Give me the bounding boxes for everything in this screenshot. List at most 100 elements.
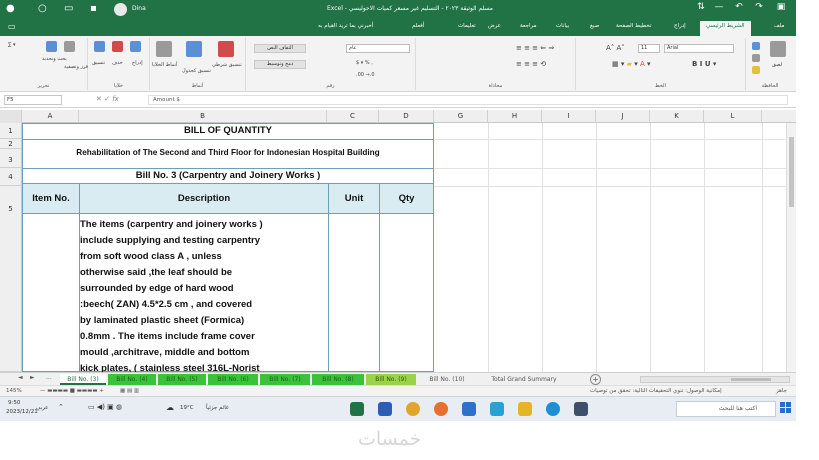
item-description[interactable]: The items (carpentry and joinery works )… <box>80 217 328 372</box>
sheet-tab-bill-8[interactable]: Bill No. (8) <box>312 374 364 385</box>
cell-styles-label[interactable]: أنماط الخلايا <box>152 62 177 68</box>
tab-page-layout[interactable]: تخطيط الصفحة <box>616 23 651 29</box>
formula-input[interactable]: Amount $ <box>148 95 788 105</box>
find-select-label[interactable]: بحث وتحديد <box>42 56 67 62</box>
column-header-c[interactable]: C <box>327 110 379 123</box>
redo-icon[interactable]: ↷ <box>752 2 766 12</box>
tab-insert[interactable]: إدراج <box>674 23 686 29</box>
chrome-taskbar-icon[interactable] <box>406 402 420 416</box>
clock-time[interactable]: 9:50 <box>8 400 20 406</box>
sheet-tab-bill-6[interactable]: Bill No. (6) <box>208 374 258 385</box>
view-buttons[interactable]: ▦ ▤ ▥ <box>120 388 139 394</box>
insert-label[interactable]: إدراج <box>132 60 143 66</box>
boq-table[interactable]: BILL OF QUANTITY Rehabilitation of The S… <box>22 123 434 372</box>
row-header-2[interactable]: 2 <box>0 139 22 149</box>
tab-view[interactable]: عرض <box>488 23 501 29</box>
weather-icon[interactable]: ☁ <box>166 403 174 412</box>
column-header-d[interactable]: D <box>379 110 434 123</box>
tab-review[interactable]: مراجعة <box>520 23 537 29</box>
indent-arrows[interactable]: ≡ ≡ ≡ ⇐ ⇒ <box>516 44 554 52</box>
conditional-format-icon[interactable] <box>218 41 234 57</box>
tab-acrobat[interactable]: أفعلم <box>412 23 424 29</box>
windows-start-icon[interactable] <box>780 402 792 414</box>
delete-cells-icon[interactable] <box>112 41 123 52</box>
mail-taskbar-icon[interactable] <box>462 402 476 416</box>
paste-icon[interactable] <box>770 41 786 57</box>
spreadsheet-grid[interactable]: A B C D G H I J K L 1 2 3 4 5 BILL OF QU… <box>0 110 796 372</box>
column-header-h[interactable]: H <box>488 110 542 123</box>
sheet-tab-bill-9[interactable]: Bill No. (9) <box>366 374 416 385</box>
undo-icon[interactable]: ↶ <box>732 2 746 12</box>
horizontal-scroll-thumb[interactable] <box>731 378 771 381</box>
tab-data[interactable]: بيانات <box>556 23 569 29</box>
tab-formulas[interactable]: صيغ <box>590 23 599 29</box>
add-sheet-button[interactable]: + <box>590 374 601 385</box>
grow-shrink-font[interactable]: A˄ A˅ <box>606 44 625 52</box>
font-size-dropdown[interactable]: 11 <box>638 44 660 53</box>
telegram-taskbar-icon[interactable] <box>490 402 504 416</box>
weather-text[interactable]: غائم جزئياً <box>206 405 229 411</box>
user-account[interactable]: Dina <box>114 3 156 16</box>
row-header-1[interactable]: 1 <box>0 123 22 139</box>
qat-save-icon[interactable]: ▣ <box>774 2 788 12</box>
format-table-label[interactable]: تنسيق كجدول <box>182 68 211 74</box>
minimize-button[interactable]: — <box>712 2 726 12</box>
language-indicator[interactable]: عربي <box>36 405 48 411</box>
paste-label[interactable]: لصق <box>772 62 782 68</box>
column-header-j[interactable]: J <box>596 110 650 123</box>
accessibility-status[interactable]: إمكانية الوصول: تنوي التحقيقات التالية: … <box>590 388 722 394</box>
align-buttons[interactable]: ≡ ≡ ≡ ⟲ <box>516 60 546 68</box>
column-header-k[interactable]: K <box>650 110 704 123</box>
vertical-scroll-thumb[interactable] <box>789 137 794 207</box>
border-fill-color[interactable]: ▦ ▾ ▰ ▾ A ▾ <box>612 60 650 68</box>
horizontal-scrollbar[interactable] <box>640 376 790 383</box>
sort-icon[interactable]: ⇅ <box>694 2 708 12</box>
formula-icons[interactable]: ✕ ✓ fx <box>96 95 119 103</box>
column-header-g[interactable]: G <box>434 110 488 123</box>
row-header-4[interactable]: 4 <box>0 168 22 186</box>
system-tray[interactable]: ▭ ◀) ▣ ◍ <box>88 403 122 411</box>
format-as-table-icon[interactable] <box>186 41 202 57</box>
autosum-label[interactable]: ∑ ▾ <box>8 42 15 48</box>
firefox-taskbar-icon[interactable] <box>434 402 448 416</box>
row-header-3[interactable]: 3 <box>0 149 22 168</box>
comment-icon[interactable]: ▭ <box>8 22 16 31</box>
taskbar-search[interactable]: اكتب هنا للبحث <box>676 401 776 417</box>
merge-center-button[interactable]: دمج وتوسيط <box>254 60 306 69</box>
number-format-buttons[interactable]: $ ▾ % , <box>356 60 373 66</box>
wrap-text-button[interactable]: التفاف النص <box>254 44 306 53</box>
row-header-5[interactable]: 5 <box>0 186 22 372</box>
sheet-tab-bill-7[interactable]: Bill No. (7) <box>260 374 310 385</box>
excel-taskbar-icon[interactable] <box>350 402 364 416</box>
zoom-slider[interactable]: — ▬▬▬▬ ■ ▬▬▬▬ + <box>40 388 104 394</box>
tray-icons[interactable]: ⌃ <box>58 403 64 411</box>
column-header-b[interactable]: B <box>79 110 327 123</box>
number-format-dropdown[interactable]: عام <box>346 44 410 53</box>
decimal-buttons[interactable]: .00 →.0 <box>356 72 375 78</box>
cell-styles-icon[interactable] <box>156 41 172 57</box>
zoom-level[interactable]: 145% <box>6 388 22 394</box>
font-name-dropdown[interactable]: Arial <box>664 44 734 53</box>
sheet-tab-bill-5[interactable]: Bill No. (5) <box>158 374 206 385</box>
select-all-corner[interactable] <box>0 110 22 123</box>
format-cells-icon[interactable] <box>94 41 105 52</box>
find-icon[interactable] <box>46 41 57 52</box>
column-header-l[interactable]: L <box>704 110 762 123</box>
insert-cells-icon[interactable] <box>130 41 141 52</box>
sheet-tab-bill-10[interactable]: Bill No. (10) <box>420 374 474 385</box>
edge-taskbar-icon[interactable] <box>546 402 560 416</box>
format-painter-icon[interactable] <box>752 66 760 74</box>
tell-me-search[interactable]: أخبرني بما تريد القيام به <box>318 23 373 29</box>
sheet-more[interactable]: ... <box>46 374 52 381</box>
task-view-taskbar-icon[interactable] <box>574 402 588 416</box>
save-icon[interactable]: ▪ <box>90 3 97 14</box>
conditional-label[interactable]: تنسيق شرطي <box>212 62 242 68</box>
clock-date[interactable]: 2023/12/21 <box>6 409 38 415</box>
autosave-toggle-icon[interactable]: ● <box>6 3 15 14</box>
delete-label[interactable]: حذف <box>112 60 123 66</box>
column-header-a[interactable]: A <box>22 110 79 123</box>
sort-filter-label[interactable]: فرز وتصفية <box>64 64 88 70</box>
column-header-i[interactable]: I <box>542 110 596 123</box>
sheet-next-arrow[interactable]: ► <box>30 374 35 381</box>
cut-icon[interactable] <box>752 42 760 50</box>
